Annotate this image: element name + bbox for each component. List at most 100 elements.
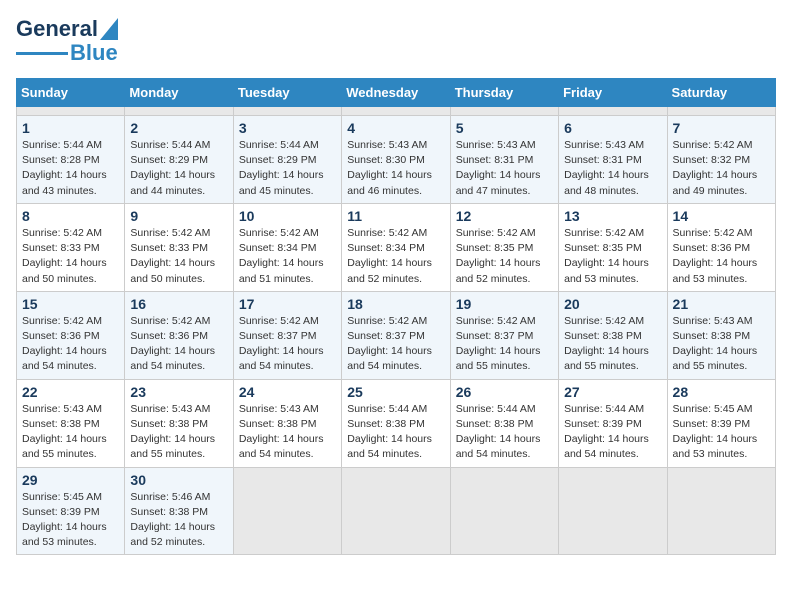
day-info: Sunrise: 5:42 AMSunset: 8:36 PMDaylight:… <box>22 314 119 375</box>
calendar-cell: 6Sunrise: 5:43 AMSunset: 8:31 PMDaylight… <box>559 116 667 204</box>
calendar-week-row: 15 Sunrise: 5:42 AMSunset: 8:36 PMDayligh… <box>17 291 776 379</box>
calendar-cell <box>450 107 558 116</box>
calendar-cell: 12Sunrise: 5:42 AMSunset: 8:35 PMDayligh… <box>450 203 558 291</box>
calendar-week-row: 8Sunrise: 5:42 AMSunset: 8:33 PMDaylight… <box>17 203 776 291</box>
logo: General Blue <box>16 16 118 66</box>
day-number: 12 <box>456 208 553 224</box>
calendar-cell: 14 Sunrise: 5:42 AMSunset: 8:36 PMDayligh… <box>667 203 775 291</box>
logo-general-text: General <box>16 16 98 42</box>
page-header: General Blue <box>16 16 776 66</box>
day-number: 22 <box>22 384 119 400</box>
calendar-cell: 18 Sunrise: 5:42 AMSunset: 8:37 PMDayligh… <box>342 291 450 379</box>
calendar-cell: 11 Sunrise: 5:42 AMSunset: 8:34 PMDayligh… <box>342 203 450 291</box>
day-info: Sunrise: 5:42 AMSunset: 8:33 PMDaylight:… <box>130 226 227 287</box>
day-info: Sunrise: 5:44 AMSunset: 8:29 PMDaylight:… <box>130 138 227 199</box>
day-number: 19 <box>456 296 553 312</box>
calendar-cell: 8Sunrise: 5:42 AMSunset: 8:33 PMDaylight… <box>17 203 125 291</box>
day-number: 30 <box>130 472 227 488</box>
day-info: Sunrise: 5:42 AMSunset: 8:36 PMDaylight:… <box>673 226 770 287</box>
calendar-week-row: 1Sunrise: 5:44 AMSunset: 8:28 PMDaylight… <box>17 116 776 204</box>
calendar-cell <box>342 107 450 116</box>
calendar-cell <box>667 467 775 555</box>
calendar-cell: 4 Sunrise: 5:43 AMSunset: 8:30 PMDaylight… <box>342 116 450 204</box>
day-number: 24 <box>239 384 336 400</box>
day-number: 10 <box>239 208 336 224</box>
day-number: 15 <box>22 296 119 312</box>
calendar-cell: 19 Sunrise: 5:42 AMSunset: 8:37 PMDayligh… <box>450 291 558 379</box>
day-number: 11 <box>347 208 444 224</box>
calendar-cell: 29 Sunrise: 5:45 AMSunset: 8:39 PMDayligh… <box>17 467 125 555</box>
calendar-cell <box>125 107 233 116</box>
calendar-cell <box>667 107 775 116</box>
calendar-cell <box>450 467 558 555</box>
calendar-cell: 27Sunrise: 5:44 AMSunset: 8:39 PMDayligh… <box>559 379 667 467</box>
day-info: Sunrise: 5:43 AMSunset: 8:38 PMDaylight:… <box>239 402 336 463</box>
day-info: Sunrise: 5:42 AMSunset: 8:37 PMDaylight:… <box>456 314 553 375</box>
calendar-cell: 9 Sunrise: 5:42 AMSunset: 8:33 PMDaylight… <box>125 203 233 291</box>
logo-triangle-icon <box>100 18 118 40</box>
day-info: Sunrise: 5:42 AMSunset: 8:33 PMDaylight:… <box>22 226 119 287</box>
day-info: Sunrise: 5:42 AMSunset: 8:37 PMDaylight:… <box>347 314 444 375</box>
calendar-cell <box>17 107 125 116</box>
day-info: Sunrise: 5:44 AMSunset: 8:38 PMDaylight:… <box>347 402 444 463</box>
day-number: 20 <box>564 296 661 312</box>
day-number: 13 <box>564 208 661 224</box>
day-info: Sunrise: 5:42 AMSunset: 8:34 PMDaylight:… <box>347 226 444 287</box>
calendar-cell: 5Sunrise: 5:43 AMSunset: 8:31 PMDaylight… <box>450 116 558 204</box>
calendar-cell: 22 Sunrise: 5:43 AMSunset: 8:38 PMDayligh… <box>17 379 125 467</box>
col-header-saturday: Saturday <box>667 79 775 107</box>
day-info: Sunrise: 5:42 AMSunset: 8:36 PMDaylight:… <box>130 314 227 375</box>
calendar-cell: 17Sunrise: 5:42 AMSunset: 8:37 PMDayligh… <box>233 291 341 379</box>
day-info: Sunrise: 5:43 AMSunset: 8:38 PMDaylight:… <box>130 402 227 463</box>
day-number: 23 <box>130 384 227 400</box>
day-number: 29 <box>22 472 119 488</box>
col-header-monday: Monday <box>125 79 233 107</box>
calendar-cell: 2Sunrise: 5:44 AMSunset: 8:29 PMDaylight… <box>125 116 233 204</box>
calendar-cell <box>559 467 667 555</box>
calendar-cell <box>233 467 341 555</box>
calendar-week-row: 22 Sunrise: 5:43 AMSunset: 8:38 PMDayligh… <box>17 379 776 467</box>
calendar-cell <box>559 107 667 116</box>
day-number: 25 <box>347 384 444 400</box>
day-number: 1 <box>22 120 119 136</box>
col-header-wednesday: Wednesday <box>342 79 450 107</box>
day-info: Sunrise: 5:43 AMSunset: 8:38 PMDaylight:… <box>673 314 770 375</box>
calendar-cell: 16Sunrise: 5:42 AMSunset: 8:36 PMDayligh… <box>125 291 233 379</box>
calendar-cell: 26Sunrise: 5:44 AMSunset: 8:38 PMDayligh… <box>450 379 558 467</box>
day-number: 6 <box>564 120 661 136</box>
calendar-cell: 24 Sunrise: 5:43 AMSunset: 8:38 PMDayligh… <box>233 379 341 467</box>
day-number: 26 <box>456 384 553 400</box>
day-info: Sunrise: 5:43 AMSunset: 8:30 PMDaylight:… <box>347 138 444 199</box>
calendar-cell: 21 Sunrise: 5:43 AMSunset: 8:38 PMDayligh… <box>667 291 775 379</box>
calendar-cell <box>342 467 450 555</box>
calendar-cell: 15 Sunrise: 5:42 AMSunset: 8:36 PMDayligh… <box>17 291 125 379</box>
calendar-cell: 25 Sunrise: 5:44 AMSunset: 8:38 PMDayligh… <box>342 379 450 467</box>
day-info: Sunrise: 5:45 AMSunset: 8:39 PMDaylight:… <box>22 490 119 551</box>
day-number: 28 <box>673 384 770 400</box>
day-info: Sunrise: 5:42 AMSunset: 8:34 PMDaylight:… <box>239 226 336 287</box>
calendar-cell: 13 Sunrise: 5:42 AMSunset: 8:35 PMDayligh… <box>559 203 667 291</box>
day-info: Sunrise: 5:43 AMSunset: 8:38 PMDaylight:… <box>22 402 119 463</box>
calendar-cell: 23 Sunrise: 5:43 AMSunset: 8:38 PMDayligh… <box>125 379 233 467</box>
calendar-cell: 3Sunrise: 5:44 AMSunset: 8:29 PMDaylight… <box>233 116 341 204</box>
calendar-cell: 20 Sunrise: 5:42 AMSunset: 8:38 PMDayligh… <box>559 291 667 379</box>
day-info: Sunrise: 5:46 AMSunset: 8:38 PMDaylight:… <box>130 490 227 551</box>
day-info: Sunrise: 5:42 AMSunset: 8:35 PMDaylight:… <box>564 226 661 287</box>
day-number: 5 <box>456 120 553 136</box>
calendar-cell: 7Sunrise: 5:42 AMSunset: 8:32 PMDaylight… <box>667 116 775 204</box>
day-info: Sunrise: 5:44 AMSunset: 8:39 PMDaylight:… <box>564 402 661 463</box>
calendar-table: SundayMondayTuesdayWednesdayThursdayFrid… <box>16 78 776 555</box>
day-number: 18 <box>347 296 444 312</box>
day-number: 9 <box>130 208 227 224</box>
day-number: 14 <box>673 208 770 224</box>
col-header-sunday: Sunday <box>17 79 125 107</box>
day-number: 4 <box>347 120 444 136</box>
calendar-cell <box>233 107 341 116</box>
col-header-thursday: Thursday <box>450 79 558 107</box>
calendar-cell: 1Sunrise: 5:44 AMSunset: 8:28 PMDaylight… <box>17 116 125 204</box>
day-number: 21 <box>673 296 770 312</box>
logo-blue-text: Blue <box>70 40 118 66</box>
day-info: Sunrise: 5:42 AMSunset: 8:37 PMDaylight:… <box>239 314 336 375</box>
day-info: Sunrise: 5:42 AMSunset: 8:38 PMDaylight:… <box>564 314 661 375</box>
day-number: 7 <box>673 120 770 136</box>
